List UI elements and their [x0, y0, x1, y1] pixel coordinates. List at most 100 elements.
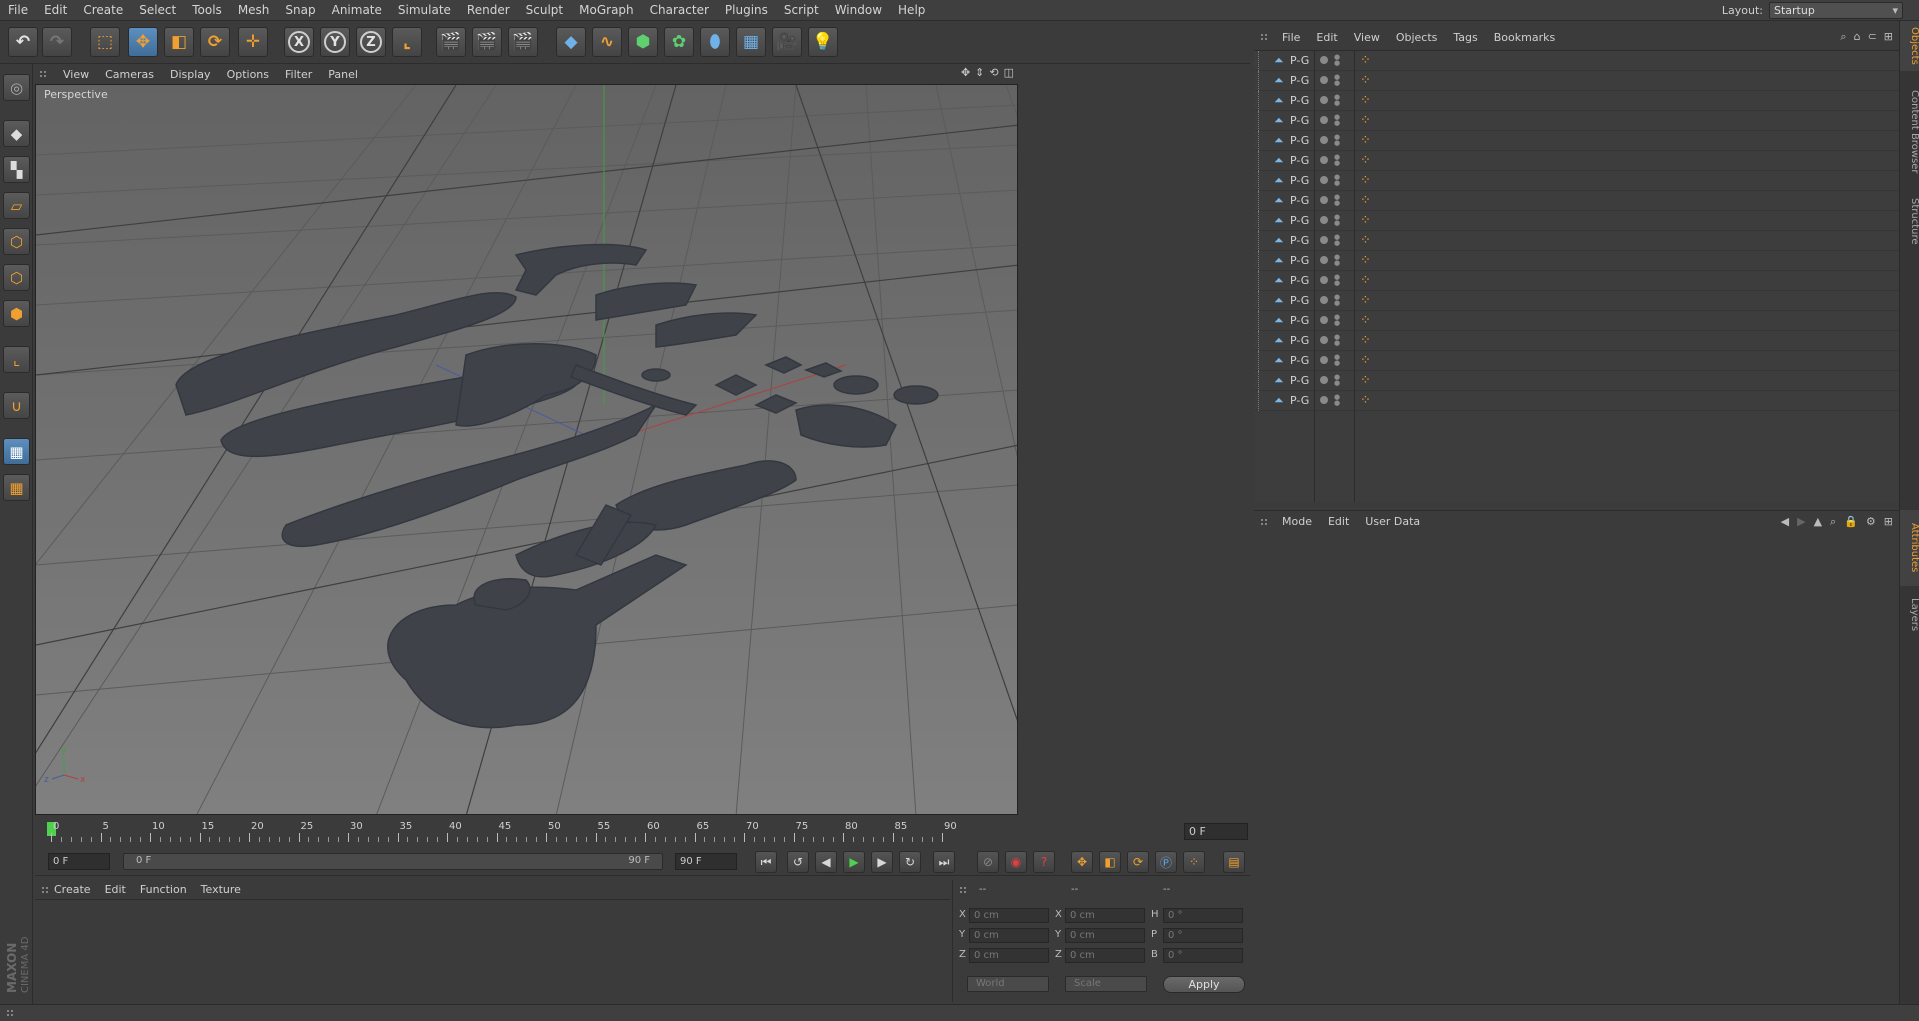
cube-object-button[interactable]: ◆ — [556, 27, 586, 57]
menu-help[interactable]: Help — [890, 0, 933, 21]
tab-layers[interactable]: Layers — [1900, 591, 1919, 639]
menu-edit[interactable]: Edit — [36, 0, 75, 21]
material-tag-icon[interactable]: ⁘ — [1360, 53, 1371, 68]
material-tag-icon[interactable]: ⁘ — [1360, 393, 1371, 408]
viewport-menu-options[interactable]: Options — [219, 68, 277, 81]
autokey-button[interactable]: ◉ — [1005, 851, 1027, 873]
up-arrow-icon[interactable]: ▲ — [1814, 515, 1822, 529]
object-row[interactable]: ⏶ P-G ● ● ⁘ — [1254, 171, 1899, 191]
y-axis-lock-button[interactable]: Y — [320, 27, 350, 57]
apply-button[interactable]: Apply — [1163, 976, 1245, 993]
material-tag-icon[interactable]: ⁘ — [1360, 353, 1371, 368]
pan-icon[interactable]: ✥ — [961, 66, 970, 79]
redo-button[interactable]: ↷ — [42, 27, 72, 57]
size-x-field[interactable]: 0 cm — [1065, 908, 1145, 923]
menu-window[interactable]: Window — [827, 0, 890, 21]
material-menu-create[interactable]: Create — [47, 883, 98, 896]
object-name[interactable]: P-G — [1290, 374, 1309, 387]
menu-script[interactable]: Script — [776, 0, 827, 21]
visibility-dot-icon[interactable] — [1320, 376, 1328, 384]
object-row[interactable]: ⏶ P-G ● ● ⁘ — [1254, 151, 1899, 171]
rot-b-field[interactable]: 0 ° — [1163, 948, 1243, 963]
menu-create[interactable]: Create — [75, 0, 131, 21]
floor-object-button[interactable]: ▦ — [736, 27, 766, 57]
search-icon[interactable]: ⌕ — [1840, 30, 1846, 44]
recent-tool-button[interactable]: ✛ — [238, 27, 268, 57]
key-scale-button[interactable]: ◧ — [1099, 851, 1121, 873]
perspective-viewport[interactable]: y x z — [35, 84, 1018, 815]
object-row[interactable]: ⏶ P-G ● ● ⁘ — [1254, 331, 1899, 351]
texture-mode-button[interactable]: ▚ — [3, 156, 30, 183]
axis-mode-button[interactable]: ⌞ — [3, 346, 30, 373]
undo-button[interactable]: ↶ — [8, 27, 38, 57]
object-row[interactable]: ⏶ P-G ● ● ⁘ — [1254, 51, 1899, 71]
visibility-dot-icon[interactable] — [1320, 236, 1328, 244]
settings-icon[interactable]: ⚙ — [1866, 515, 1876, 529]
menu-file[interactable]: File — [0, 0, 36, 21]
object-name[interactable]: P-G — [1290, 194, 1309, 207]
start-frame-field[interactable]: 0 F — [48, 853, 110, 870]
x-axis-lock-button[interactable]: X — [284, 27, 314, 57]
material-tag-icon[interactable]: ⁘ — [1360, 333, 1371, 348]
material-tag-icon[interactable]: ⁘ — [1360, 253, 1371, 268]
object-row[interactable]: ⏶ P-G ● ● ⁘ — [1254, 111, 1899, 131]
deformer-button[interactable]: ⬮ — [700, 27, 730, 57]
object-row[interactable]: ⏶ P-G ● ● ⁘ — [1254, 291, 1899, 311]
object-name[interactable]: P-G — [1290, 254, 1309, 267]
object-row[interactable]: ⏶ P-G ● ● ⁘ — [1254, 131, 1899, 151]
material-tag-icon[interactable]: ⁘ — [1360, 233, 1371, 248]
object-row[interactable]: ⏶ P-G ● ● ⁘ — [1254, 311, 1899, 331]
timeline-window-button[interactable]: ▤ — [1223, 851, 1245, 873]
menu-plugins[interactable]: Plugins — [717, 0, 776, 21]
planar-workplane-button[interactable]: ▦ — [3, 474, 30, 501]
material-tag-icon[interactable]: ⁘ — [1360, 153, 1371, 168]
render-visibility-icon[interactable]: ● ● — [1334, 394, 1340, 408]
panel-grip-icon[interactable] — [39, 70, 47, 78]
render-visibility-icon[interactable]: ● ● — [1334, 254, 1340, 268]
material-tag-icon[interactable]: ⁘ — [1360, 293, 1371, 308]
visibility-dot-icon[interactable] — [1320, 256, 1328, 264]
workplane-mode-button[interactable]: ▱ — [3, 192, 30, 219]
camera-object-button[interactable]: 🎥 — [772, 27, 802, 57]
object-menu-file[interactable]: File — [1274, 31, 1308, 44]
object-row[interactable]: ⏶ P-G ● ● ⁘ — [1254, 191, 1899, 211]
object-row[interactable]: ⏶ P-G ● ● ⁘ — [1254, 211, 1899, 231]
visibility-dot-icon[interactable] — [1320, 156, 1328, 164]
object-menu-tags[interactable]: Tags — [1445, 31, 1485, 44]
previous-frame-button[interactable]: ◀ — [815, 851, 837, 873]
layout-dropdown[interactable]: Startup — [1769, 2, 1903, 19]
object-name[interactable]: P-G — [1290, 74, 1309, 87]
render-visibility-icon[interactable]: ● ● — [1334, 134, 1340, 148]
lock-icon[interactable]: 🔒 — [1844, 515, 1858, 529]
object-name[interactable]: P-G — [1290, 154, 1309, 167]
new-panel-icon[interactable]: ⊞ — [1884, 30, 1893, 44]
pos-x-field[interactable]: 0 cm — [969, 908, 1049, 923]
panel-grip-icon[interactable] — [41, 886, 49, 894]
next-frame-button[interactable]: ▶ — [871, 851, 893, 873]
object-name[interactable]: P-G — [1290, 94, 1309, 107]
object-name[interactable]: P-G — [1290, 134, 1309, 147]
object-name[interactable]: P-G — [1290, 394, 1309, 407]
render-visibility-icon[interactable]: ● ● — [1334, 174, 1340, 188]
visibility-dot-icon[interactable] — [1320, 96, 1328, 104]
render-visibility-icon[interactable]: ● ● — [1334, 374, 1340, 388]
visibility-dot-icon[interactable] — [1320, 216, 1328, 224]
link-icon[interactable]: ⊂ — [1868, 30, 1877, 44]
visibility-dot-icon[interactable] — [1320, 276, 1328, 284]
rotate-tool-button[interactable]: ⟳ — [200, 27, 230, 57]
render-visibility-icon[interactable]: ● ● — [1334, 294, 1340, 308]
material-tag-icon[interactable]: ⁘ — [1360, 133, 1371, 148]
visibility-dot-icon[interactable] — [1320, 356, 1328, 364]
panel-grip-icon[interactable] — [959, 886, 967, 894]
object-name[interactable]: P-G — [1290, 174, 1309, 187]
key-parameter-button[interactable]: Ⓟ — [1155, 851, 1177, 873]
tab-attributes[interactable]: Attributes — [1900, 510, 1919, 586]
render-visibility-icon[interactable]: ● ● — [1334, 214, 1340, 228]
new-panel-icon[interactable]: ⊞ — [1884, 515, 1893, 529]
visibility-dot-icon[interactable] — [1320, 316, 1328, 324]
back-arrow-icon[interactable]: ◀ — [1781, 515, 1789, 529]
home-icon[interactable]: ⌂ — [1854, 30, 1861, 44]
object-menu-objects[interactable]: Objects — [1388, 31, 1446, 44]
menu-render[interactable]: Render — [459, 0, 518, 21]
render-visibility-icon[interactable]: ● ● — [1334, 274, 1340, 288]
